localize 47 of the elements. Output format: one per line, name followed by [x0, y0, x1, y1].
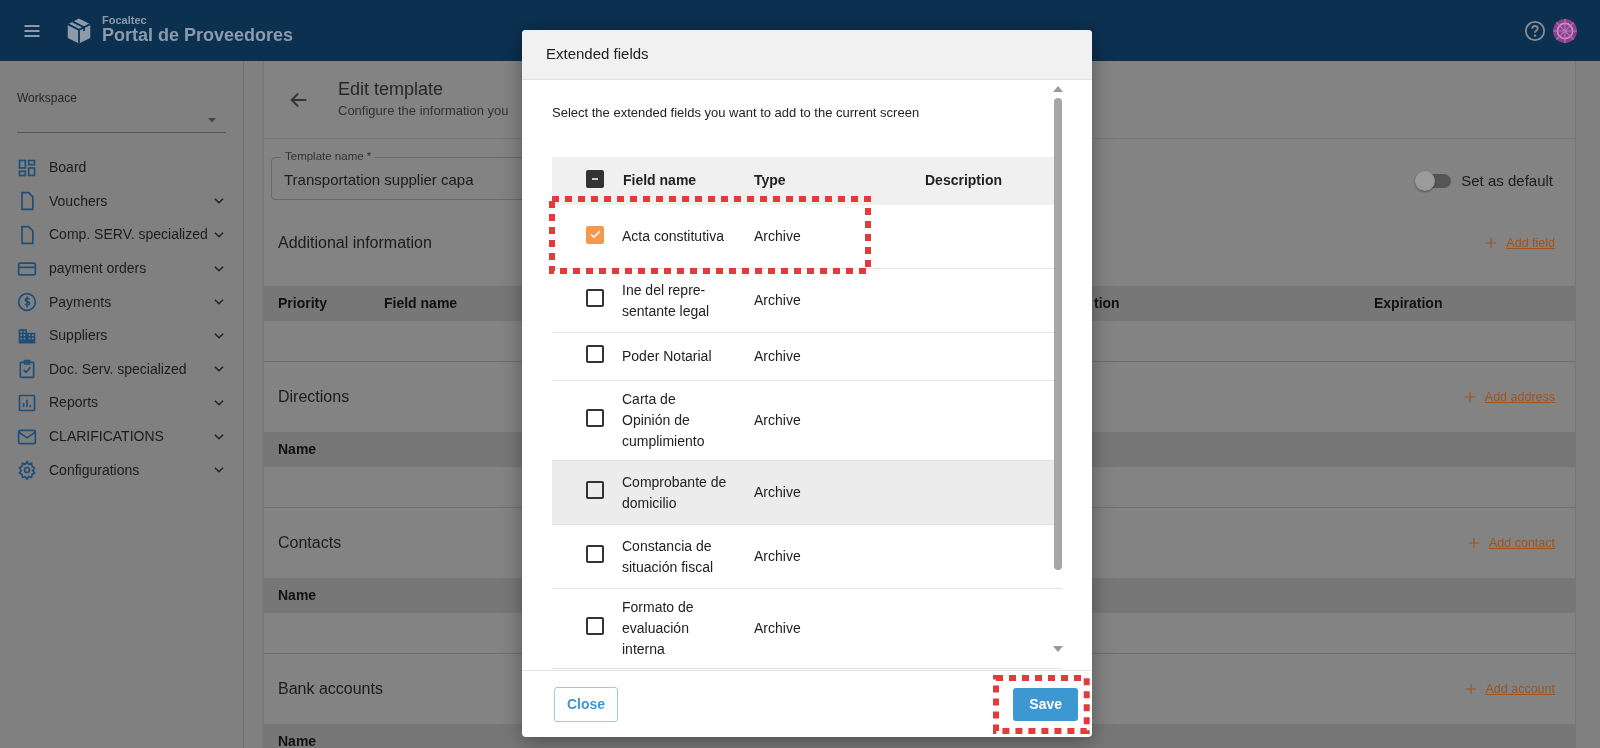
column-header: Name	[278, 733, 317, 748]
column-header: Name	[278, 441, 317, 457]
field-name: Formato de evaluación interna	[622, 599, 694, 657]
section-title: Additional information	[278, 233, 432, 253]
page-subtitle: Configure the information you	[338, 101, 509, 120]
sidebar-item-label: payment orders	[49, 259, 148, 279]
field-type: Archive	[754, 548, 801, 564]
field-name: Carta de Opinión de cumplimiento	[622, 391, 705, 449]
section-title: Contacts	[278, 533, 342, 553]
section-title: Bank accounts	[278, 679, 383, 699]
brand-subtitle: Focaltec	[102, 15, 148, 27]
sidebar-item-label: Vouchers	[49, 191, 109, 211]
field-type: Archive	[754, 620, 801, 636]
field-name: Constancia de situación fiscal	[622, 537, 714, 575]
toggle-label: Set as default	[1461, 171, 1553, 191]
column-header: Name	[278, 587, 317, 603]
sidebar-item-label: Payments	[49, 292, 113, 312]
sidebar-item-label: CLARIFICATIONS	[49, 427, 165, 447]
column-header: Priority	[278, 295, 327, 311]
field-type: Archive	[754, 292, 801, 308]
field-type: Archive	[754, 348, 801, 364]
field-value: Transportation supplier capa	[284, 171, 474, 188]
sidebar-item-label: Comp. SERV. specialized	[49, 225, 209, 245]
sidebar-item-label: Doc. Serv. specialized	[49, 359, 188, 379]
brand-title: Portal de Proveedores	[102, 26, 294, 46]
field-label: Template name *	[281, 150, 376, 164]
dialog-instructions: Select the extended fields you want to add to the current screen	[552, 104, 921, 122]
dialog-title: Extended fields	[522, 30, 1092, 80]
page-title: Edit template	[338, 78, 445, 101]
field-name: Ine del repre-sentante legal	[622, 281, 710, 319]
field-label: Workspace	[17, 90, 78, 107]
section-title: Directions	[278, 387, 350, 407]
sidebar-item-label: Suppliers	[49, 326, 109, 346]
field-name: Acta constitutiva	[622, 227, 724, 244]
column-header: Type	[753, 156, 924, 205]
column-header: Expiration	[1374, 295, 1443, 311]
field-type: Archive	[754, 227, 801, 244]
column-header: Field name	[384, 295, 458, 311]
field-name: Poder Notarial	[622, 348, 712, 364]
sidebar-item-label: Reports	[49, 393, 100, 413]
sidebar-item-label: Configurations	[49, 460, 141, 480]
column-header: tion	[1094, 295, 1120, 311]
field-type: Archive	[754, 412, 801, 428]
sidebar-item-label: Board	[49, 158, 88, 178]
column-header: Field name	[622, 156, 753, 205]
field-name: Comprobante de domicilio	[622, 473, 727, 511]
field-type: Archive	[754, 484, 801, 500]
